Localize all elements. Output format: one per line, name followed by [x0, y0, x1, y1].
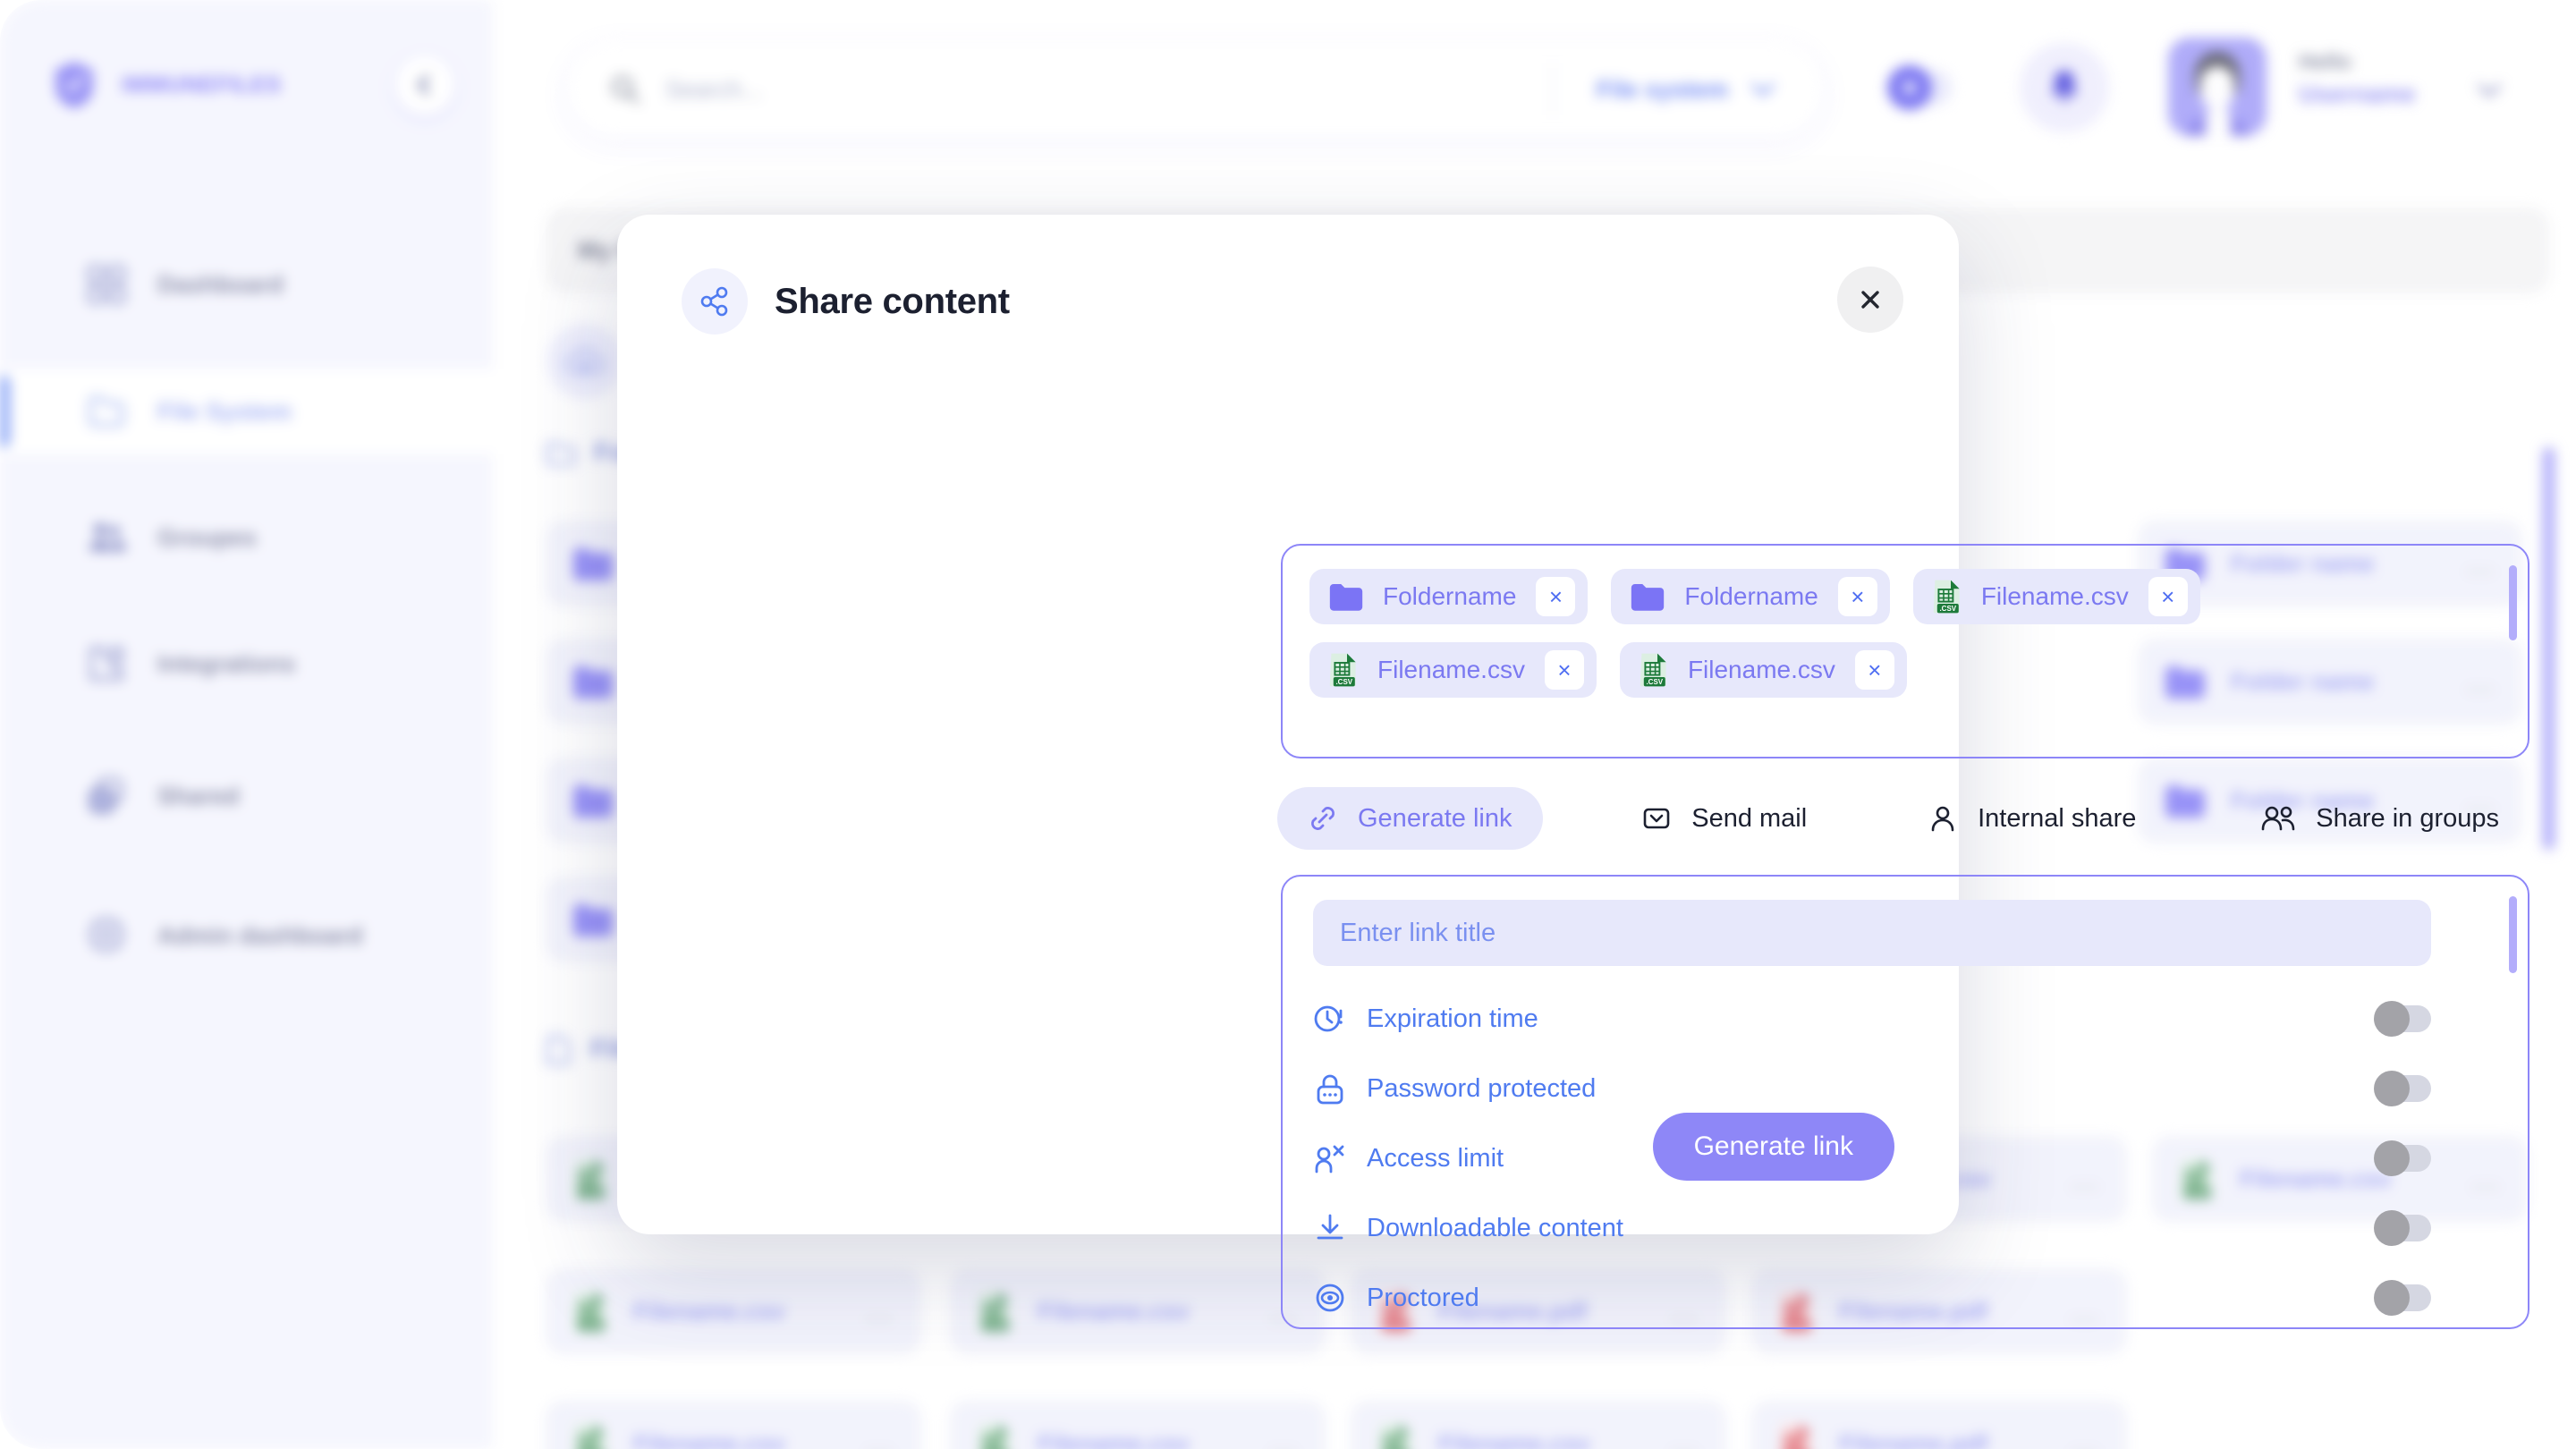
selected-item-chip[interactable]: .CSV Filename.csv × — [1619, 642, 1907, 698]
eye-circle-icon — [1316, 1284, 1344, 1312]
selected-item-chip[interactable]: Foldername × — [1309, 569, 1589, 624]
person-icon — [1931, 806, 1954, 832]
chip-label: Filename.csv — [1980, 582, 2129, 610]
option-toggle[interactable] — [2374, 1210, 2431, 1246]
option-row-downloadable-content: Downloadable content — [1313, 1199, 2431, 1258]
tab-label: Generate link — [1358, 803, 1513, 833]
link-options-scrollbar[interactable] — [2509, 896, 2517, 973]
close-button[interactable] — [1837, 267, 1903, 333]
selected-item-chip[interactable]: Foldername × — [1611, 569, 1890, 624]
lock-icon — [1317, 1074, 1343, 1105]
option-row-expiration-time: Expiration time — [1313, 989, 2431, 1048]
link-options-list: Expiration time Password protected Access … — [1313, 989, 2497, 1327]
option-toggle[interactable] — [2374, 1001, 2431, 1037]
option-toggle[interactable] — [2374, 1280, 2431, 1316]
person-limit-icon — [1315, 1145, 1344, 1174]
option-toggle[interactable] — [2374, 1071, 2431, 1106]
clock-alert-icon — [1314, 1005, 1343, 1032]
chip-label: Foldername — [1383, 582, 1517, 610]
share-method-tabs: Generate link Send mail Internal share Shar… — [1277, 787, 2529, 850]
generate-link-submit-button[interactable]: Generate link — [1652, 1113, 1894, 1181]
selected-items-panel: Foldername × Foldername × .CSV Filename.csv ×.… — [1281, 544, 2529, 758]
app-window: IMMUNEFILES Dashboard File System Groupe… — [0, 0, 2576, 1449]
csv-file-icon: .CSV — [1329, 653, 1356, 687]
option-row-password-protected: Password protected — [1313, 1059, 2431, 1118]
option-row-proctored: Proctored — [1313, 1268, 2431, 1327]
tab-send-mail[interactable]: Send mail — [1611, 787, 1837, 850]
chip-label: Filename.csv — [1687, 656, 1835, 683]
link-title-input[interactable]: Enter link title — [1313, 900, 2431, 966]
chip-remove-button[interactable]: × — [1544, 650, 1584, 690]
close-icon — [1861, 291, 1879, 309]
folder-icon — [1631, 583, 1665, 611]
link-icon — [1311, 807, 1335, 830]
chip-label: Foldername — [1684, 582, 1818, 610]
svg-text:.CSV: .CSV — [1335, 678, 1352, 686]
tab-label: Internal share — [1978, 803, 2137, 833]
dialog-header: Share content — [682, 268, 1010, 335]
share-nodes-icon — [682, 268, 748, 335]
svg-text:.CSV: .CSV — [1646, 678, 1663, 686]
tab-share-in-groups[interactable]: Share in groups — [2230, 787, 2529, 850]
tab-internal-share[interactable]: Internal share — [1897, 787, 2166, 850]
share-content-dialog: Share content Foldername × Foldername × .CSV… — [617, 215, 2529, 1329]
selected-item-chip[interactable]: .CSV Filename.csv × — [1309, 642, 1597, 698]
chip-remove-button[interactable]: × — [2148, 577, 2188, 616]
chip-remove-button[interactable]: × — [1837, 577, 1877, 616]
option-label: Proctored — [1367, 1283, 1479, 1312]
csv-file-icon: .CSV — [1933, 580, 1960, 614]
option-label: Downloadable content — [1367, 1213, 1623, 1242]
svg-text:.CSV: .CSV — [1939, 605, 1956, 613]
envelope-icon — [1643, 808, 1670, 829]
chip-label: Filename.csv — [1377, 656, 1525, 683]
chip-remove-button[interactable]: × — [1536, 577, 1576, 616]
selected-item-chip[interactable]: .CSV Filename.csv × — [1912, 569, 2200, 624]
selected-items-scrollbar[interactable] — [2509, 565, 2517, 640]
tab-generate-link[interactable]: Generate link — [1277, 787, 1543, 850]
csv-file-icon: .CSV — [1640, 653, 1666, 687]
people-icon — [2261, 806, 2295, 831]
option-toggle[interactable] — [2374, 1140, 2431, 1176]
chip-remove-button[interactable]: × — [1854, 650, 1894, 690]
link-options-panel: Enter link title Expiration time Password… — [1281, 875, 2529, 1329]
folder-icon — [1329, 583, 1363, 611]
option-label: Expiration time — [1367, 1004, 1538, 1033]
dialog-title: Share content — [775, 281, 1010, 321]
download-icon — [1317, 1214, 1343, 1240]
option-label: Password protected — [1367, 1073, 1597, 1103]
selected-items-list: Foldername × Foldername × .CSV Filename.csv ×.… — [1309, 569, 2501, 698]
tab-label: Share in groups — [2316, 803, 2499, 833]
tab-label: Send mail — [1691, 803, 1808, 833]
